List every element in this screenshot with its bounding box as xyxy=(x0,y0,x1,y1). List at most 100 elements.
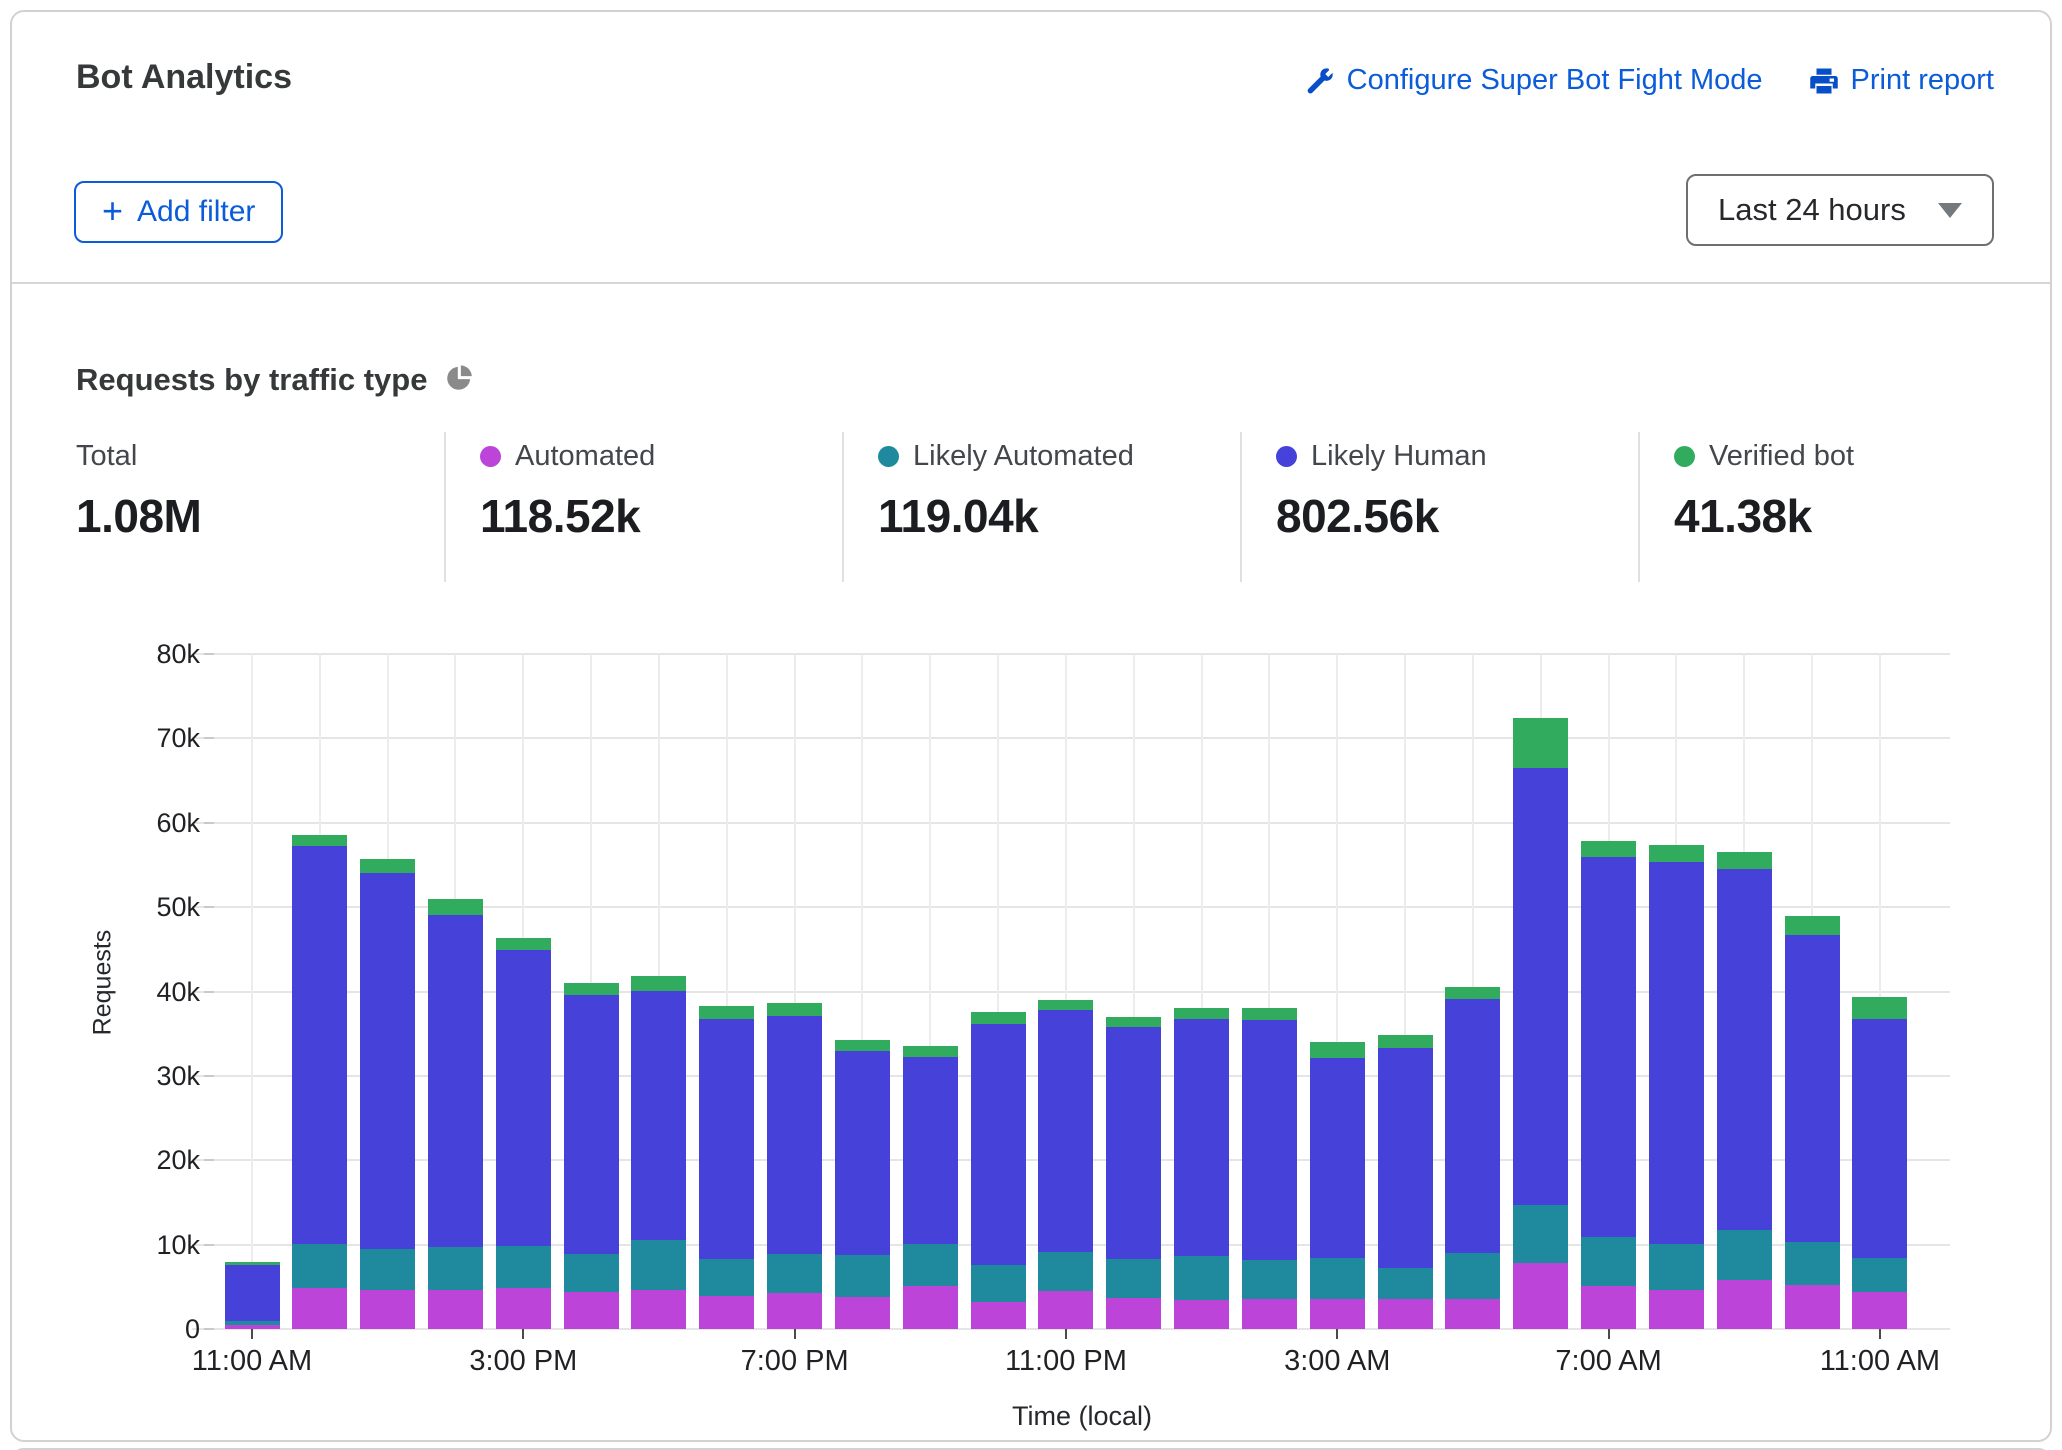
bar-200pm[interactable] xyxy=(428,899,483,1329)
x-axis-tick xyxy=(1065,1329,1067,1339)
bar-500pm[interactable] xyxy=(631,976,686,1329)
x-tick-label: 11:00 AM xyxy=(1770,1345,1990,1378)
bar-segment-verified-bot xyxy=(767,1003,822,1016)
likely-automated-legend-dot xyxy=(878,446,899,467)
bar-400am[interactable] xyxy=(1378,1035,1433,1329)
x-tick-label: 11:00 AM xyxy=(142,1345,362,1378)
bar-segment-automated xyxy=(1717,1280,1772,1329)
bar-100am[interactable] xyxy=(1174,1008,1229,1329)
bar-segment-likely-automated xyxy=(1242,1260,1297,1299)
y-tick-label: 20k xyxy=(114,1144,200,1176)
printer-icon xyxy=(1809,66,1839,96)
wrench-icon xyxy=(1305,66,1335,96)
bar-700pm[interactable] xyxy=(767,1003,822,1329)
bar-1200pm[interactable] xyxy=(292,835,347,1329)
bar-600pm[interactable] xyxy=(699,1006,754,1329)
bar-segment-likely-human xyxy=(903,1057,958,1243)
bar-segment-likely-automated xyxy=(1581,1237,1636,1286)
add-filter-label: Add filter xyxy=(137,195,255,229)
bar-segment-verified-bot xyxy=(903,1046,958,1057)
bar-segment-likely-automated xyxy=(1310,1258,1365,1299)
bar-segment-automated xyxy=(1785,1285,1840,1329)
bar-1100pm[interactable] xyxy=(1038,1000,1093,1329)
configure-link-label: Configure Super Bot Fight Mode xyxy=(1347,64,1763,97)
bar-segment-likely-automated xyxy=(767,1254,822,1293)
bar-segment-likely-human xyxy=(835,1051,890,1255)
stat-verified-bot[interactable]: Verified bot 41.38k xyxy=(1638,432,2036,582)
bar-1100am[interactable] xyxy=(1852,997,1907,1329)
stat-likely-automated[interactable]: Likely Automated 119.04k xyxy=(842,432,1240,582)
x-axis-tick xyxy=(1608,1329,1610,1339)
bar-segment-verified-bot xyxy=(1785,916,1840,935)
bar-1200am[interactable] xyxy=(1106,1017,1161,1329)
bar-segment-likely-human xyxy=(1174,1019,1229,1256)
bot-analytics-card: Bot Analytics Configure Super Bot Fight … xyxy=(10,10,2052,1442)
bar-700am[interactable] xyxy=(1581,841,1636,1329)
stat-value: 1.08M xyxy=(76,489,444,543)
bar-300am[interactable] xyxy=(1310,1042,1365,1329)
bar-200am[interactable] xyxy=(1242,1008,1297,1329)
stat-value: 41.38k xyxy=(1674,489,2036,543)
stat-value: 119.04k xyxy=(878,489,1240,543)
bar-800pm[interactable] xyxy=(835,1040,890,1329)
bar-800am[interactable] xyxy=(1649,845,1704,1329)
bar-segment-likely-human xyxy=(699,1019,754,1259)
bar-segment-likely-human xyxy=(1310,1058,1365,1258)
time-range-select[interactable]: Last 24 hours xyxy=(1686,174,1994,246)
x-axis-tick xyxy=(1879,1329,1881,1339)
bar-1000am[interactable] xyxy=(1785,916,1840,1329)
bar-segment-likely-human xyxy=(1717,869,1772,1230)
bar-100pm[interactable] xyxy=(360,859,415,1329)
bar-500am[interactable] xyxy=(1445,987,1500,1329)
traffic-type-stats: Total 1.08M Automated 118.52k Likely Aut… xyxy=(76,432,2036,582)
bar-segment-automated xyxy=(564,1292,619,1329)
bar-segment-automated xyxy=(835,1297,890,1329)
y-tick-label: 50k xyxy=(114,891,200,923)
bar-600am[interactable] xyxy=(1513,718,1568,1329)
bar-segment-automated xyxy=(1445,1299,1500,1329)
bar-segment-likely-automated xyxy=(971,1265,1026,1302)
bar-segment-likely-human xyxy=(1242,1020,1297,1260)
bar-segment-verified-bot xyxy=(1038,1000,1093,1010)
bar-1100am[interactable] xyxy=(225,1262,280,1329)
bar-segment-likely-human xyxy=(767,1016,822,1254)
x-axis-title: Time (local) xyxy=(214,1401,1950,1432)
bar-segment-likely-automated xyxy=(1852,1258,1907,1292)
bar-300pm[interactable] xyxy=(496,938,551,1329)
y-tick-label: 30k xyxy=(114,1060,200,1092)
stat-automated[interactable]: Automated 118.52k xyxy=(444,432,842,582)
y-axis-tick xyxy=(204,1244,214,1246)
add-filter-button[interactable]: + Add filter xyxy=(74,181,283,243)
bar-segment-verified-bot xyxy=(496,938,551,950)
bar-segment-automated xyxy=(903,1286,958,1329)
y-tick-label: 0 xyxy=(114,1313,200,1345)
bar-segment-automated xyxy=(1038,1291,1093,1329)
stat-label: Likely Automated xyxy=(913,440,1134,473)
stat-likely-human[interactable]: Likely Human 802.56k xyxy=(1240,432,1638,582)
bar-segment-verified-bot xyxy=(1513,718,1568,768)
bar-segment-likely-human xyxy=(225,1265,280,1321)
bar-segment-automated xyxy=(1378,1299,1433,1329)
bar-segment-verified-bot xyxy=(1445,987,1500,999)
automated-legend-dot xyxy=(480,446,501,467)
bar-segment-likely-automated xyxy=(1445,1253,1500,1299)
chevron-down-icon xyxy=(1938,203,1962,218)
bar-segment-likely-automated xyxy=(292,1244,347,1288)
bar-segment-verified-bot xyxy=(631,976,686,990)
section-title-row: Requests by traffic type xyxy=(76,362,473,398)
bar-segment-verified-bot xyxy=(564,983,619,995)
x-axis-tick xyxy=(1336,1329,1338,1339)
configure-super-bot-fight-mode-link[interactable]: Configure Super Bot Fight Mode xyxy=(1305,64,1763,97)
bar-segment-likely-human xyxy=(292,846,347,1244)
stat-label: Total xyxy=(76,440,137,473)
bar-segment-likely-automated xyxy=(1378,1268,1433,1298)
bar-1000pm[interactable] xyxy=(971,1012,1026,1329)
y-axis-tick xyxy=(204,653,214,655)
bar-segment-verified-bot xyxy=(428,899,483,915)
print-report-link[interactable]: Print report xyxy=(1809,64,1994,97)
bar-900am[interactable] xyxy=(1717,852,1772,1329)
y-tick-label: 10k xyxy=(114,1229,200,1261)
x-tick-label: 7:00 PM xyxy=(685,1345,905,1378)
bar-400pm[interactable] xyxy=(564,983,619,1329)
bar-900pm[interactable] xyxy=(903,1046,958,1329)
